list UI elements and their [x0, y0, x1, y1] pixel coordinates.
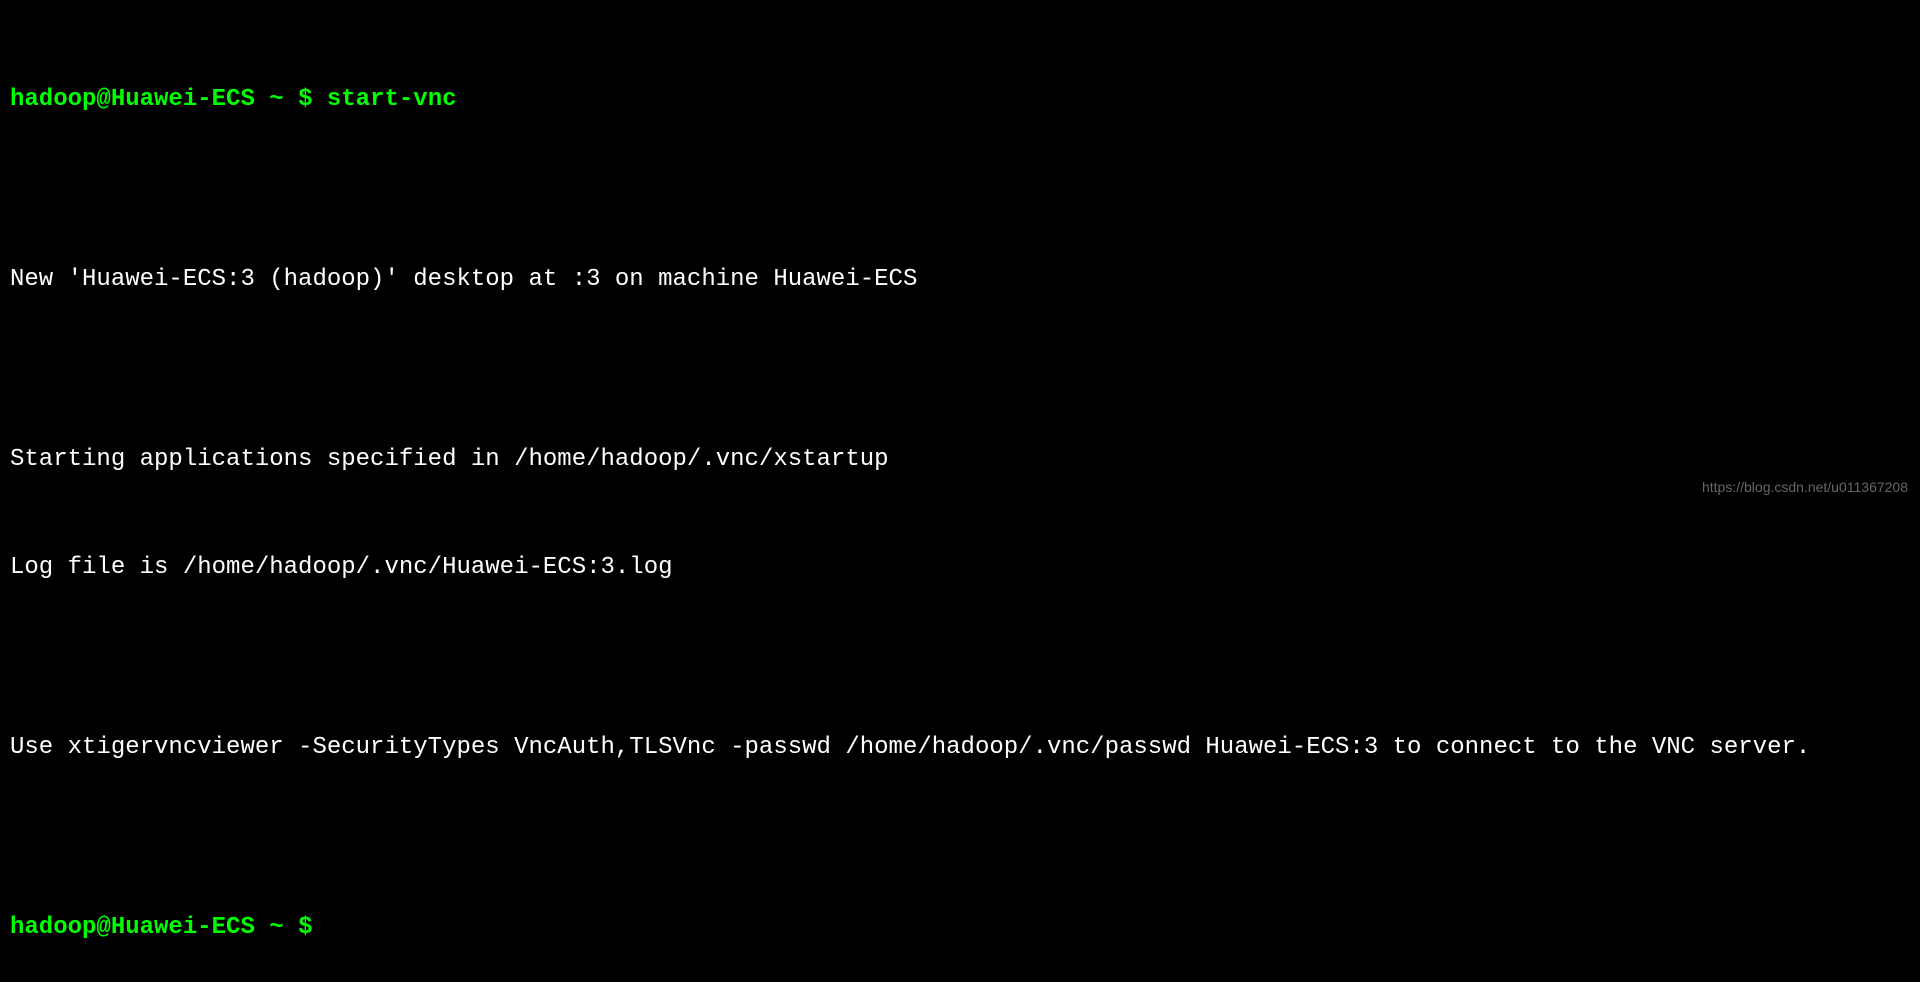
command-text: start-vnc	[327, 82, 457, 118]
prompt-separator	[255, 910, 269, 946]
prompt-separator	[255, 82, 269, 118]
output-line: Use xtigervncviewer -SecurityTypes VncAu…	[10, 730, 1910, 766]
prompt-separator2	[284, 910, 298, 946]
output-line: New 'Huawei-ECS:3 (hadoop)' desktop at :…	[10, 262, 1910, 298]
terminal-output[interactable]: hadoop@Huawei-ECS ~ $ start-vnc New 'Hua…	[10, 10, 1910, 982]
command-separator	[312, 910, 326, 946]
prompt-path: ~	[269, 910, 283, 946]
output-line: Starting applications specified in /home…	[10, 442, 1910, 478]
prompt-symbol: $	[298, 82, 312, 118]
prompt-user-host: hadoop@Huawei-ECS	[10, 82, 255, 118]
prompt-user-host: hadoop@Huawei-ECS	[10, 910, 255, 946]
prompt-separator2	[284, 82, 298, 118]
prompt-line-1: hadoop@Huawei-ECS ~ $ start-vnc	[10, 82, 1910, 118]
prompt-line-2: hadoop@Huawei-ECS ~ $	[10, 910, 1910, 946]
output-line: Log file is /home/hadoop/.vnc/Huawei-ECS…	[10, 550, 1910, 586]
prompt-path: ~	[269, 82, 283, 118]
prompt-symbol: $	[298, 910, 312, 946]
command-separator	[312, 82, 326, 118]
watermark-text: https://blog.csdn.net/u011367208	[1702, 477, 1908, 498]
